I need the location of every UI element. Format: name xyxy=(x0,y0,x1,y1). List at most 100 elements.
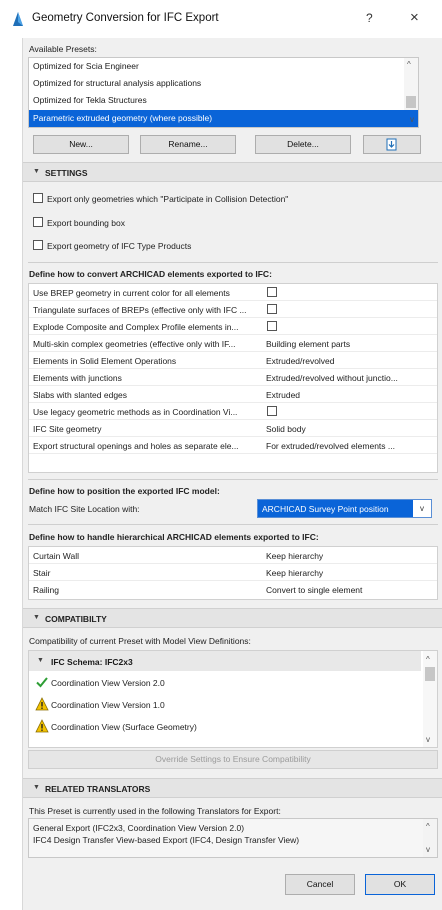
scroll-down-icon[interactable]: v xyxy=(410,115,414,124)
scroll-down-icon[interactable]: v xyxy=(426,735,430,744)
preset-item[interactable]: Optimized for Scia Engineer xyxy=(29,58,405,75)
table-row[interactable]: Railing Convert to single element xyxy=(29,581,437,598)
table-row[interactable]: IFC Site geometry Solid body xyxy=(29,420,437,437)
preset-item[interactable]: Optimized for Tekla Structures xyxy=(29,92,405,109)
table-row[interactable]: Slabs with slanted edges Extruded xyxy=(29,386,437,403)
collapse-caret-icon: ▼ xyxy=(37,657,44,664)
import-preset-button[interactable] xyxy=(363,135,421,154)
scroll-thumb[interactable] xyxy=(406,96,416,108)
schema-group-header[interactable]: ▼ IFC Schema: IFC2x3 xyxy=(29,651,421,671)
scroll-up-icon[interactable]: ^ xyxy=(426,822,430,831)
table-row[interactable]: Elements with junctions Extruded/revolve… xyxy=(29,369,437,386)
site-location-dropdown[interactable]: ARCHICAD Survey Point position v xyxy=(257,499,432,518)
row-value[interactable]: Keep hierarchy xyxy=(266,551,434,561)
row-name: Railing xyxy=(33,585,59,595)
dropdown-value: ARCHICAD Survey Point position xyxy=(262,504,389,514)
warning-icon xyxy=(35,697,49,711)
table-row[interactable]: Export structural openings and holes as … xyxy=(29,437,437,454)
scroll-up-icon[interactable]: ^ xyxy=(407,60,411,69)
dialog-content: Available Presets: Optimized for Scia En… xyxy=(22,38,442,910)
collapse-caret-icon: ▼ xyxy=(33,784,40,791)
list-item: Coordination View Version 2.0 xyxy=(29,673,419,691)
scroll-thumb[interactable] xyxy=(425,667,435,681)
divider xyxy=(28,524,438,525)
override-compatibility-button[interactable]: Override Settings to Ensure Compatibilit… xyxy=(28,750,438,769)
compatibility-title: COMPATIBILTY xyxy=(45,614,107,624)
row-value[interactable]: Extruded xyxy=(266,390,434,400)
list-item: Coordination View Version 1.0 xyxy=(29,695,419,713)
row-name: Elements in Solid Element Operations xyxy=(33,356,177,366)
row-value[interactable]: Convert to single element xyxy=(266,585,434,595)
table-row: Explode Composite and Complex Profile el… xyxy=(29,318,437,335)
new-preset-button[interactable]: New... xyxy=(33,135,129,154)
convert-grid: Use BREP geometry in current color for a… xyxy=(28,283,438,473)
row-value[interactable]: Extruded/revolved xyxy=(266,356,434,366)
row-checkbox[interactable] xyxy=(267,304,277,314)
row-name: Triangulate surfaces of BREPs (effective… xyxy=(33,305,247,315)
row-checkbox[interactable] xyxy=(267,287,277,297)
presets-scrollbar[interactable]: ^ xyxy=(404,58,418,110)
row-name: Stair xyxy=(33,568,51,578)
table-row[interactable]: Elements in Solid Element Operations Ext… xyxy=(29,352,437,369)
cancel-button[interactable]: Cancel xyxy=(285,874,355,895)
collapse-caret-icon: ▼ xyxy=(33,168,40,175)
hierarchy-grid: Curtain Wall Keep hierarchy Stair Keep h… xyxy=(28,546,438,600)
delete-preset-button[interactable]: Delete... xyxy=(255,135,351,154)
dialog-window: Geometry Conversion for IFC Export ? × A… xyxy=(0,0,442,910)
list-item: Coordination View (Surface Geometry) xyxy=(29,717,419,735)
preset-item-selected[interactable]: Parametric extruded geometry (where poss… xyxy=(29,110,418,127)
compatibility-list: ▼ IFC Schema: IFC2x3 Coordination View V… xyxy=(28,650,438,748)
close-button[interactable]: × xyxy=(410,9,419,26)
table-row: Use BREP geometry in current color for a… xyxy=(29,284,437,301)
divider xyxy=(28,262,438,263)
settings-title: SETTINGS xyxy=(45,168,88,178)
chevron-down-icon[interactable]: v xyxy=(413,500,431,517)
scroll-up-icon[interactable]: ^ xyxy=(426,655,430,664)
compatibility-description: Compatibility of current Preset with Mod… xyxy=(29,636,251,646)
warning-icon xyxy=(35,719,49,733)
table-row[interactable]: Stair Keep hierarchy xyxy=(29,564,437,581)
view-label: Coordination View Version 2.0 xyxy=(51,678,165,688)
checkbox-label: Export geometry of IFC Type Products xyxy=(47,241,192,251)
row-value[interactable]: For extruded/revolved elements ... xyxy=(266,441,434,451)
row-name: IFC Site geometry xyxy=(33,424,102,434)
translator-line: IFC4 Design Transfer View-based Export (… xyxy=(33,835,300,845)
table-row[interactable]: Multi-skin complex geometries (effective… xyxy=(29,335,437,352)
related-description: This Preset is currently used in the fol… xyxy=(29,806,281,816)
row-name: Export structural openings and holes as … xyxy=(33,441,239,451)
checkbox-label: Export bounding box xyxy=(47,218,125,228)
table-row[interactable]: Curtain Wall Keep hierarchy xyxy=(29,547,437,564)
settings-section-header[interactable]: ▼ SETTINGS xyxy=(23,162,442,182)
checkbox-type-products[interactable] xyxy=(33,240,43,250)
position-heading: Define how to position the exported IFC … xyxy=(29,486,220,496)
translator-line: General Export (IFC2x3, Coordination Vie… xyxy=(33,823,245,833)
compatibility-section-header[interactable]: ▼ COMPATIBILTY xyxy=(23,608,442,628)
row-name: Slabs with slanted edges xyxy=(33,390,128,400)
archicad-app-icon xyxy=(13,12,23,26)
rename-preset-button[interactable]: Rename... xyxy=(140,135,236,154)
row-value[interactable]: Keep hierarchy xyxy=(266,568,434,578)
translators-scrollbar[interactable]: ^ v xyxy=(423,819,437,857)
checkbox-collision-detection[interactable] xyxy=(33,193,43,203)
row-checkbox[interactable] xyxy=(267,406,277,416)
checkbox-bounding-box[interactable] xyxy=(33,217,43,227)
title-bar: Geometry Conversion for IFC Export ? × xyxy=(0,0,442,38)
row-value[interactable]: Building element parts xyxy=(266,339,434,349)
check-icon xyxy=(36,677,48,688)
preset-item[interactable]: Optimized for structural analysis applic… xyxy=(29,75,405,92)
hierarchy-heading: Define how to handle hierarchical ARCHIC… xyxy=(29,532,319,542)
related-section-header[interactable]: ▼ RELATED TRANSLATORS xyxy=(23,778,442,798)
schema-label: IFC Schema: IFC2x3 xyxy=(51,657,133,667)
row-value[interactable]: Extruded/revolved without junctio... xyxy=(266,373,434,383)
presets-list[interactable]: Optimized for Scia Engineer Optimized fo… xyxy=(28,57,419,128)
scroll-down-icon[interactable]: v xyxy=(426,845,430,854)
row-value[interactable]: Solid body xyxy=(266,424,434,434)
compatibility-scrollbar[interactable]: ^ v xyxy=(423,651,437,747)
view-label: Coordination View Version 1.0 xyxy=(51,700,165,710)
ok-button[interactable]: OK xyxy=(365,874,435,895)
help-button[interactable]: ? xyxy=(366,11,373,25)
row-checkbox[interactable] xyxy=(267,321,277,331)
collapse-caret-icon: ▼ xyxy=(33,614,40,621)
divider xyxy=(28,479,438,480)
table-row: Use legacy geometric methods as in Coord… xyxy=(29,403,437,420)
